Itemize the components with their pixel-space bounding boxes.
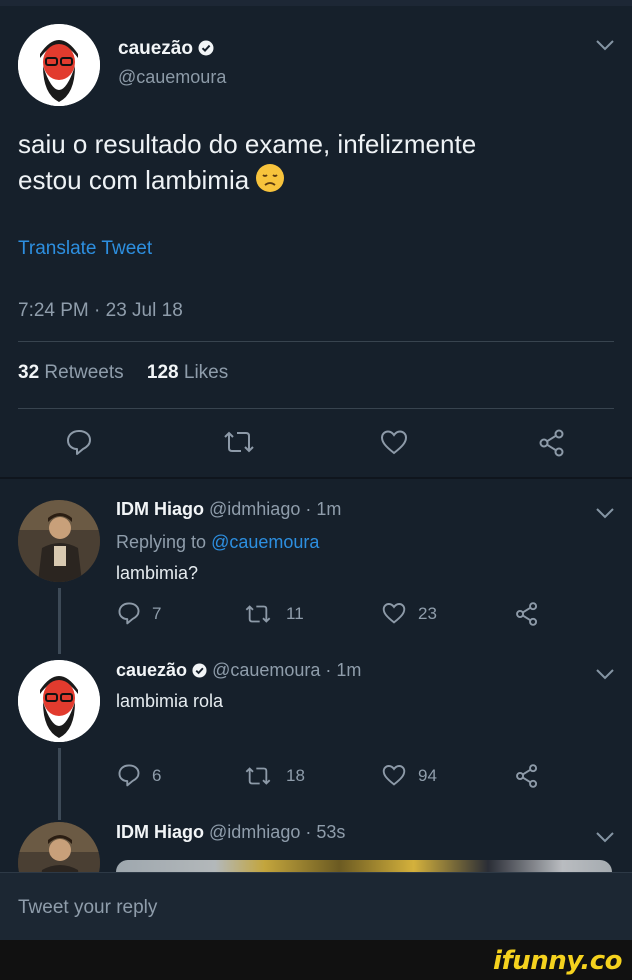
reply-1-replying-to: Replying to @cauemoura xyxy=(116,532,319,553)
reply-2-like-heart-icon[interactable] xyxy=(381,763,407,787)
replying-to-mention[interactable]: @cauemoura xyxy=(211,532,319,552)
reply-2-share-icon[interactable] xyxy=(514,763,540,789)
reply-1-meta: @idmhiago · 1m xyxy=(209,499,342,519)
reply-2-reply-count: 6 xyxy=(152,766,162,785)
verified-badge-icon xyxy=(198,40,214,62)
reply-1-share-icon[interactable] xyxy=(514,601,540,627)
reply-2-header[interactable]: cauezão @cauemoura · 1m xyxy=(116,660,361,683)
reply-2-retweet-icon[interactable] xyxy=(243,764,273,788)
retweets-count: 32 xyxy=(18,362,40,383)
compose-reply-bar[interactable]: Tweet your reply xyxy=(0,872,632,940)
likes-label: Likes xyxy=(183,362,229,383)
thread-connector xyxy=(58,588,61,654)
tweet-text-line-1: saiu o resultado do exame, infelizmente xyxy=(18,129,477,159)
likes-count: 128 xyxy=(146,362,179,383)
reply-1-like-heart-icon[interactable] xyxy=(381,601,407,625)
reply-1-avatar[interactable] xyxy=(18,500,100,582)
tweet-text-line-2: estou com lambimia xyxy=(18,165,250,195)
retweets-stat[interactable]: 32 Retweets xyxy=(18,362,124,383)
author-name-text[interactable]: cauezão xyxy=(118,38,193,59)
section-divider xyxy=(0,477,632,479)
reply-2-text: lambimia rola xyxy=(116,691,224,711)
reply-1-like-count: 23 xyxy=(418,604,437,623)
reply-icon[interactable] xyxy=(64,427,94,457)
reply-2-author[interactable]: cauezão xyxy=(116,660,187,680)
reply-1-author[interactable]: IDM Hiago xyxy=(116,499,204,519)
reply-1-menu-chevron-icon[interactable] xyxy=(594,506,616,520)
reply-3-meta: @idmhiago · 53s xyxy=(209,822,346,842)
top-edge xyxy=(0,0,632,6)
retweet-icon[interactable] xyxy=(221,428,257,456)
translate-tweet-link[interactable]: Translate Tweet xyxy=(18,238,152,260)
reply-1-reply-icon[interactable] xyxy=(116,600,142,626)
tweet-timestamp[interactable]: 7:24 PM · 23 Jul 18 xyxy=(18,300,183,322)
reply-1-retweet-count: 11 xyxy=(286,604,304,623)
reply-2-avatar[interactable] xyxy=(18,660,100,742)
share-icon[interactable] xyxy=(537,428,567,458)
reply-3-menu-chevron-icon[interactable] xyxy=(594,830,616,844)
reply-1-reply-count: 7 xyxy=(152,604,162,623)
reply-2-menu-chevron-icon[interactable] xyxy=(594,667,616,681)
like-heart-icon[interactable] xyxy=(379,428,409,456)
thread-connector xyxy=(58,748,61,820)
disappointed-face-icon xyxy=(255,163,285,202)
reply-3-author[interactable]: IDM Hiago xyxy=(116,822,204,842)
retweets-label: Retweets xyxy=(44,362,124,383)
tweet-detail-screen: cauezão @cauemoura saiu o resultado do e… xyxy=(0,0,632,940)
reply-2-meta: @cauemoura · 1m xyxy=(212,660,362,680)
reply-3-header[interactable]: IDM Hiago @idmhiago · 53s xyxy=(116,822,345,843)
tweet-text: saiu o resultado do exame, infelizmente … xyxy=(18,126,614,202)
likes-stat[interactable]: 128 Likes xyxy=(147,362,228,383)
reply-2-like-count: 94 xyxy=(418,766,437,785)
ifunny-watermark: ifunny.co xyxy=(493,946,622,976)
tweet-menu-chevron-icon[interactable] xyxy=(594,38,616,52)
reply-1-header[interactable]: IDM Hiago @idmhiago · 1m xyxy=(116,499,341,520)
verified-badge-icon xyxy=(192,662,207,683)
reply-1-text: lambimia? xyxy=(116,563,199,583)
author-avatar[interactable] xyxy=(18,24,100,106)
author-name[interactable]: cauezão xyxy=(118,38,214,62)
author-handle[interactable]: @cauemoura xyxy=(118,67,226,88)
reply-1-retweet-icon[interactable] xyxy=(243,602,273,626)
tweet-stats: 32 Retweets 128 Likes xyxy=(18,362,228,384)
divider xyxy=(18,408,614,409)
reply-2-retweet-count: 18 xyxy=(286,766,305,785)
replying-to-prefix: Replying to xyxy=(116,532,207,552)
divider xyxy=(18,341,614,342)
reply-input[interactable]: Tweet your reply xyxy=(18,897,157,919)
reply-2-reply-icon[interactable] xyxy=(116,762,142,788)
